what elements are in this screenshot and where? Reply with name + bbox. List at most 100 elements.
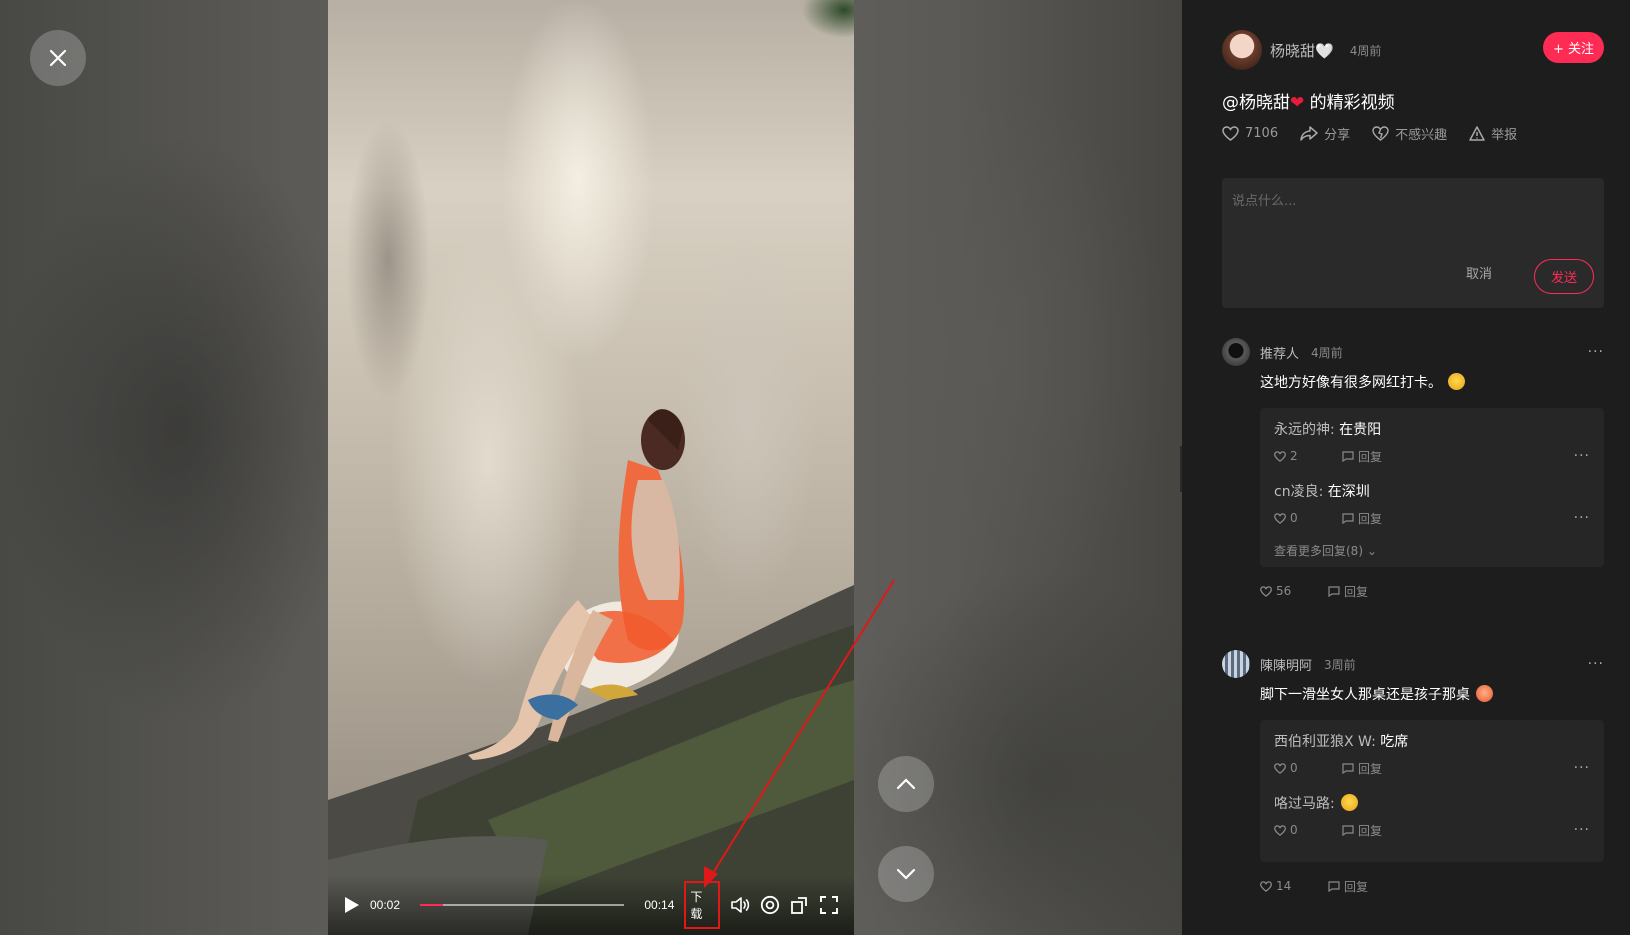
volume-button[interactable] [730, 896, 750, 914]
reply-author[interactable]: cn凌良: [1274, 484, 1323, 500]
comment-like-button[interactable]: 14 [1260, 879, 1328, 893]
reply-item: cn凌良: 在深圳 0 回复 ··· [1274, 480, 1590, 532]
reply-like-button[interactable]: 0 [1274, 823, 1342, 837]
emoji-icon [1341, 794, 1359, 811]
author-name[interactable]: 杨晓甜🤍 [1270, 40, 1334, 61]
comment-reply-button[interactable]: 回复 [1328, 583, 1368, 600]
next-video-button[interactable] [878, 846, 934, 902]
like-button[interactable]: 7106 [1222, 124, 1278, 143]
like-count: 7106 [1245, 126, 1279, 141]
heart-icon [1274, 450, 1286, 462]
follow-button[interactable]: + 关注 [1542, 32, 1604, 63]
close-icon [49, 49, 67, 67]
share-label: 分享 [1324, 128, 1351, 143]
close-button[interactable] [30, 30, 86, 86]
reply-text: 在贵阳 [1339, 422, 1382, 438]
warning-icon [1469, 126, 1485, 141]
comment-like-count: 56 [1276, 584, 1292, 598]
duration: 00:14 [644, 898, 675, 912]
video-frame [328, 409, 854, 935]
video-player[interactable]: 00:02 00:14 下载 [328, 0, 854, 935]
more-icon[interactable]: ··· [1588, 344, 1604, 360]
download-button[interactable]: 下载 [684, 881, 720, 929]
reply-button[interactable]: 回复 [1342, 510, 1382, 527]
comment-avatar[interactable] [1222, 338, 1250, 366]
side-panel: 杨晓甜🤍 4周前 + 关注 @杨晓甜❤ 的精彩视频 7106 分享 不感兴趣 举… [1182, 0, 1630, 935]
reply-icon [1328, 880, 1340, 892]
reply-icon [1342, 824, 1354, 836]
see-more-replies[interactable]: 查看更多回复(8) ⌄ [1274, 542, 1590, 559]
comment-item: 推荐人 4周前 ··· 这地方好像有很多网红打卡。 永远的神: 在贵阳 2 回复 [1222, 336, 1604, 603]
settings-icon [760, 895, 780, 915]
heart-icon [1274, 762, 1286, 774]
comment-reply-button[interactable]: 回复 [1328, 878, 1368, 895]
settings-button[interactable] [760, 895, 780, 915]
reply-item: 西伯利亚狼X W: 吃席 0 回复 ··· [1274, 730, 1590, 782]
author-row: 杨晓甜🤍 4周前 + 关注 [1222, 30, 1604, 70]
comment-text-content: 这地方好像有很多网红打卡。 [1260, 375, 1442, 391]
play-icon [345, 897, 359, 913]
rotate-button[interactable] [790, 895, 810, 915]
reply-like-count: 0 [1290, 823, 1298, 837]
comment-input[interactable] [1222, 178, 1604, 258]
report-button[interactable]: 举报 [1469, 124, 1517, 143]
share-icon [1300, 126, 1318, 141]
reply-button[interactable]: 回复 [1342, 760, 1382, 777]
comment-item: 陳陳明阿 3周前 ··· 脚下一滑坐女人那桌还是孩子那桌 西伯利亚狼X W: 吃… [1222, 648, 1604, 898]
more-icon[interactable]: ··· [1574, 822, 1590, 838]
share-button[interactable]: 分享 [1300, 124, 1350, 143]
rotate-icon [791, 897, 807, 914]
comment-reply-label: 回复 [1344, 584, 1369, 599]
reply-like-button[interactable]: 0 [1274, 761, 1342, 775]
reply-button[interactable]: 回复 [1342, 448, 1382, 465]
reply-like-button[interactable]: 2 [1274, 449, 1342, 463]
action-bar: 7106 分享 不感兴趣 举报 [1222, 124, 1517, 143]
more-icon[interactable]: ··· [1574, 448, 1590, 464]
comment-avatar[interactable] [1222, 650, 1250, 678]
reply-button[interactable]: 回复 [1342, 822, 1382, 839]
title-mention[interactable]: @杨晓甜 [1222, 93, 1290, 113]
reply-like-count: 0 [1290, 761, 1298, 775]
reply-author[interactable]: 西伯利亚狼X W: [1274, 734, 1376, 750]
chevron-down-icon [896, 868, 916, 880]
heart-icon [1274, 824, 1286, 836]
reply-icon [1342, 450, 1354, 462]
comment-composer: 取消 发送 [1222, 178, 1604, 308]
cancel-button[interactable]: 取消 [1466, 263, 1492, 282]
reply-like-count: 0 [1290, 511, 1298, 525]
reply-text: 在深圳 [1327, 484, 1370, 500]
comment-like-count: 14 [1276, 879, 1292, 893]
heart-icon [1260, 585, 1272, 597]
more-icon[interactable]: ··· [1588, 656, 1604, 672]
reply-like-button[interactable]: 0 [1274, 511, 1342, 525]
more-icon[interactable]: ··· [1574, 510, 1590, 526]
comment-author[interactable]: 推荐人 [1260, 343, 1299, 362]
progress-bar[interactable] [420, 904, 625, 906]
fullscreen-button[interactable] [820, 896, 838, 914]
reply-list: 永远的神: 在贵阳 2 回复 ··· cn凌良: 在深圳 0 回复 ··· 查看… [1260, 408, 1604, 567]
play-button[interactable] [344, 896, 360, 914]
comment-like-button[interactable]: 56 [1260, 584, 1328, 598]
post-time: 4周前 [1349, 43, 1382, 58]
not-interested-button[interactable]: 不感兴趣 [1372, 124, 1447, 143]
chevron-up-icon [896, 778, 916, 790]
reply-author[interactable]: 永远的神: [1274, 422, 1335, 438]
reply-icon [1342, 762, 1354, 774]
send-button[interactable]: 发送 [1533, 259, 1594, 294]
comment-text-content: 脚下一滑坐女人那桌还是孩子那桌 [1260, 687, 1470, 703]
reply-text: 吃席 [1380, 734, 1409, 750]
comment-author[interactable]: 陳陳明阿 [1260, 655, 1312, 674]
title-text: 的精彩视频 [1304, 93, 1395, 113]
fullscreen-icon [820, 896, 838, 914]
more-icon[interactable]: ··· [1574, 760, 1590, 776]
reply-icon [1328, 585, 1340, 597]
comment-footer: 14 回复 [1260, 874, 1604, 898]
reply-like-count: 2 [1290, 449, 1298, 463]
comment-header: 推荐人 4周前 ··· [1222, 336, 1604, 368]
author-avatar[interactable] [1222, 30, 1262, 70]
comment-time: 3周前 [1324, 657, 1356, 672]
reply-author[interactable]: 咯过马路: [1274, 796, 1335, 812]
previous-video-button[interactable] [878, 756, 934, 812]
not-interested-label: 不感兴趣 [1395, 128, 1448, 143]
title-heart: ❤ [1290, 93, 1305, 113]
